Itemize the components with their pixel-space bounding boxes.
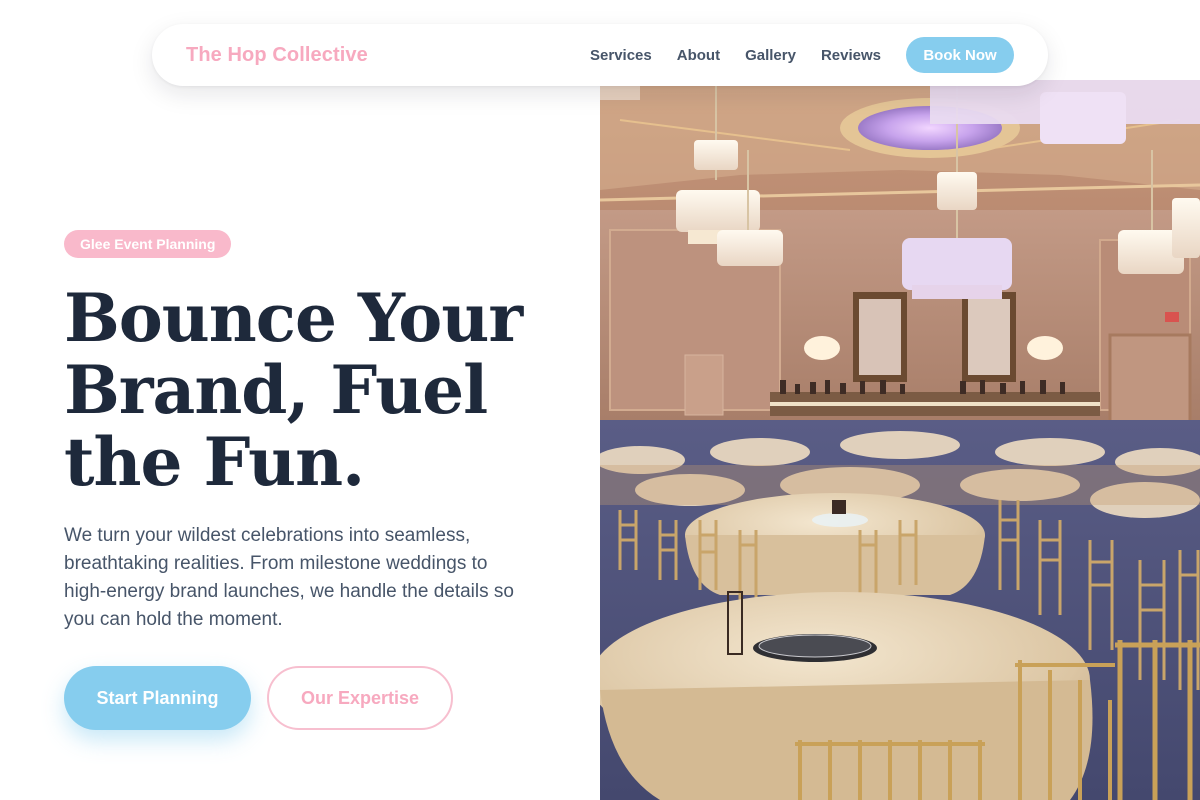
headline-line-3: the Fun. (64, 423, 365, 501)
hero-intro-text: We turn your wildest celebrations into s… (64, 525, 514, 630)
hero-headline: Bounce Your Brand, Fuel the Fun. (64, 282, 584, 498)
nav-links: Services About Gallery Reviews Book Now (590, 37, 1014, 73)
headline-line-1: Bounce Your (64, 279, 523, 357)
banquet-hall-illustration (600, 80, 1200, 800)
headline-line-2: Brand, Fuel (64, 351, 488, 429)
book-now-button[interactable]: Book Now (906, 37, 1014, 73)
navbar: The Hop Collective Services About Galler… (152, 24, 1048, 86)
hero-image (600, 80, 1200, 800)
hero-badge: Glee Event Planning (64, 230, 232, 258)
nav-link-reviews[interactable]: Reviews (821, 47, 881, 64)
nav-link-services[interactable]: Services (590, 47, 652, 64)
brand-logo[interactable]: The Hop Collective (186, 44, 368, 67)
nav-link-gallery[interactable]: Gallery (745, 47, 796, 64)
nav-link-about[interactable]: About (677, 47, 720, 64)
start-planning-button[interactable]: Start Planning (64, 666, 251, 730)
our-expertise-button[interactable]: Our Expertise (267, 666, 453, 730)
